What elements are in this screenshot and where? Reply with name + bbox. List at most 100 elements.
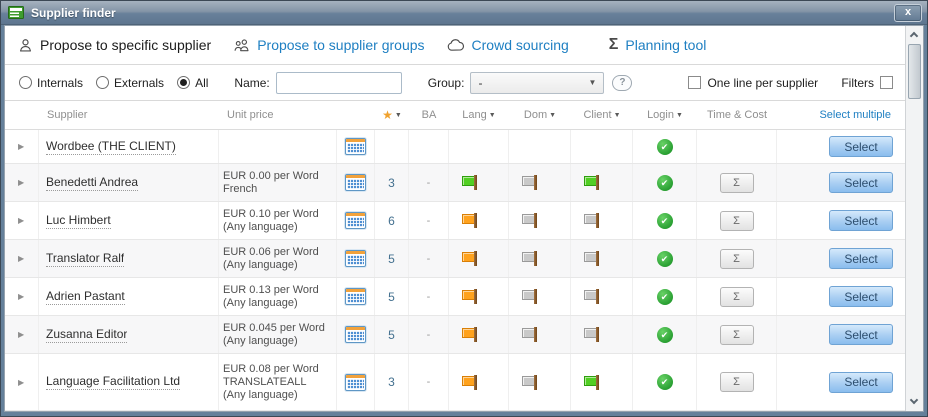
time-cost-button[interactable]: Σ [720, 173, 754, 193]
dom-flag-icon [522, 326, 538, 343]
select-button[interactable]: Select [829, 324, 893, 345]
expand-arrow-icon[interactable]: ▶ [18, 178, 24, 187]
one-line-per-supplier-option[interactable]: One line per supplier [688, 76, 818, 90]
nav-crowd-sourcing[interactable]: Crowd sourcing [447, 37, 569, 53]
table-row: ▶ Language Facilitation Ltd EUR 0.08 per… [5, 354, 905, 411]
sigma-icon: Σ [609, 37, 619, 53]
filter-arrow-icon: ▼ [614, 112, 621, 119]
radio-icon[interactable] [177, 76, 190, 89]
expand-arrow-icon[interactable]: ▶ [18, 378, 24, 387]
radio-all[interactable]: All [177, 76, 208, 90]
login-check-icon: ✔ [657, 289, 673, 305]
calculator-icon[interactable] [345, 250, 366, 267]
sort-arrow-icon: ▼ [395, 112, 402, 119]
time-cost-button[interactable]: Σ [720, 249, 754, 269]
rating-value: 5 [375, 316, 409, 353]
supplier-name-link[interactable]: Benedetti Andrea [46, 175, 138, 191]
radio-label: All [195, 76, 208, 90]
unit-price [219, 130, 337, 163]
star-icon: ★ [382, 108, 393, 122]
header-client[interactable]: Client▼ [571, 109, 633, 121]
header-lang[interactable]: Lang▼ [449, 109, 509, 121]
rating-value: 5 [375, 278, 409, 315]
ba-value: - [409, 354, 449, 410]
unit-price: EUR 0.08 per Word TRANSLATEALL (Any lang… [219, 354, 337, 410]
supplier-table: ▶ Wordbee (THE CLIENT) ✔ Σ Select ▶ [5, 130, 905, 411]
header-login[interactable]: Login▼ [633, 109, 697, 121]
group-label: Group: [428, 76, 465, 90]
select-button[interactable]: Select [829, 172, 893, 193]
calculator-icon[interactable] [345, 326, 366, 343]
checkbox-icon[interactable] [880, 76, 893, 89]
login-check-icon: ✔ [657, 213, 673, 229]
window-icon [8, 6, 24, 19]
nav-label: Propose to specific supplier [40, 37, 211, 53]
scrollbar-thumb[interactable] [908, 44, 921, 99]
nav-propose-specific-supplier[interactable]: Propose to specific supplier [18, 37, 211, 53]
filter-bar: Internals Externals All Name: Group: - [5, 64, 905, 101]
radio-icon[interactable] [19, 76, 32, 89]
header-time-cost: Time & Cost [697, 109, 777, 121]
client-flag-icon [584, 288, 600, 305]
supplier-name-link[interactable]: Luc Himbert [46, 213, 111, 229]
expand-arrow-icon[interactable]: ▶ [18, 254, 24, 263]
select-button[interactable]: Select [829, 372, 893, 393]
filter-arrow-icon: ▼ [489, 112, 496, 119]
select-button[interactable]: Select [829, 248, 893, 269]
header-rating[interactable]: ★▼ [375, 108, 409, 122]
supplier-name-link[interactable]: Translator Ralf [46, 251, 124, 267]
radio-externals[interactable]: Externals [96, 76, 164, 90]
time-cost-button[interactable]: Σ [720, 287, 754, 307]
scroll-up-button[interactable] [906, 26, 923, 43]
group-dropdown[interactable]: - ▼ [470, 72, 604, 94]
supplier-name-link[interactable]: Wordbee (THE CLIENT) [46, 139, 176, 155]
scrollbar-track[interactable] [906, 99, 923, 394]
expand-arrow-icon[interactable]: ▶ [18, 216, 24, 225]
select-button[interactable]: Select [829, 210, 893, 231]
scroll-down-button[interactable] [906, 394, 923, 411]
table-row: ▶ Adrien Pastant EUR 0.13 per Word (Any … [5, 278, 905, 316]
table-row: ▶ Luc Himbert EUR 0.10 per Word (Any lan… [5, 202, 905, 240]
calculator-icon[interactable] [345, 374, 366, 391]
calculator-icon[interactable] [345, 288, 366, 305]
mode-nav: Propose to specific supplier Propose to … [5, 26, 905, 64]
lang-flag-icon [462, 326, 478, 343]
header-label: Client [583, 109, 611, 121]
chevron-up-icon [910, 32, 918, 40]
calculator-icon[interactable] [345, 212, 366, 229]
vertical-scrollbar[interactable] [905, 26, 923, 411]
select-multiple-link[interactable]: Select multiple [777, 109, 905, 121]
help-icon[interactable]: ? [612, 75, 632, 91]
table-row: ▶ Translator Ralf EUR 0.06 per Word (Any… [5, 240, 905, 278]
table-row: ▶ Wordbee (THE CLIENT) ✔ Σ Select [5, 130, 905, 164]
supplier-finder-dialog: Supplier finder x Propose to specific su… [0, 0, 928, 417]
name-input[interactable] [276, 72, 402, 94]
select-button[interactable]: Select [829, 136, 893, 157]
rating-value: 3 [375, 164, 409, 201]
time-cost-button[interactable]: Σ [720, 372, 754, 392]
supplier-name-link[interactable]: Adrien Pastant [46, 289, 125, 305]
supplier-name-link[interactable]: Zusanna Editor [46, 327, 127, 343]
supplier-name-link[interactable]: Language Facilitation Ltd [46, 374, 180, 390]
client-flag-icon [584, 326, 600, 343]
close-button[interactable]: x [894, 4, 922, 22]
expand-arrow-icon[interactable]: ▶ [18, 330, 24, 339]
radio-internals[interactable]: Internals [19, 76, 83, 90]
nav-propose-supplier-groups[interactable]: Propose to supplier groups [233, 37, 424, 53]
nav-planning-tool[interactable]: Σ Planning tool [609, 37, 707, 53]
radio-icon[interactable] [96, 76, 109, 89]
time-cost-button[interactable]: Σ [720, 211, 754, 231]
rating-value: 3 [375, 354, 409, 410]
person-icon [18, 38, 33, 53]
client-flag-icon [584, 174, 600, 191]
time-cost-button[interactable]: Σ [720, 325, 754, 345]
expand-arrow-icon[interactable]: ▶ [18, 142, 24, 151]
ba-value: - [409, 316, 449, 353]
calculator-icon[interactable] [345, 174, 366, 191]
header-dom[interactable]: Dom▼ [509, 109, 571, 121]
select-button[interactable]: Select [829, 286, 893, 307]
filters-option[interactable]: Filters [841, 76, 893, 90]
expand-arrow-icon[interactable]: ▶ [18, 292, 24, 301]
checkbox-icon[interactable] [688, 76, 701, 89]
calculator-icon[interactable] [345, 138, 366, 155]
